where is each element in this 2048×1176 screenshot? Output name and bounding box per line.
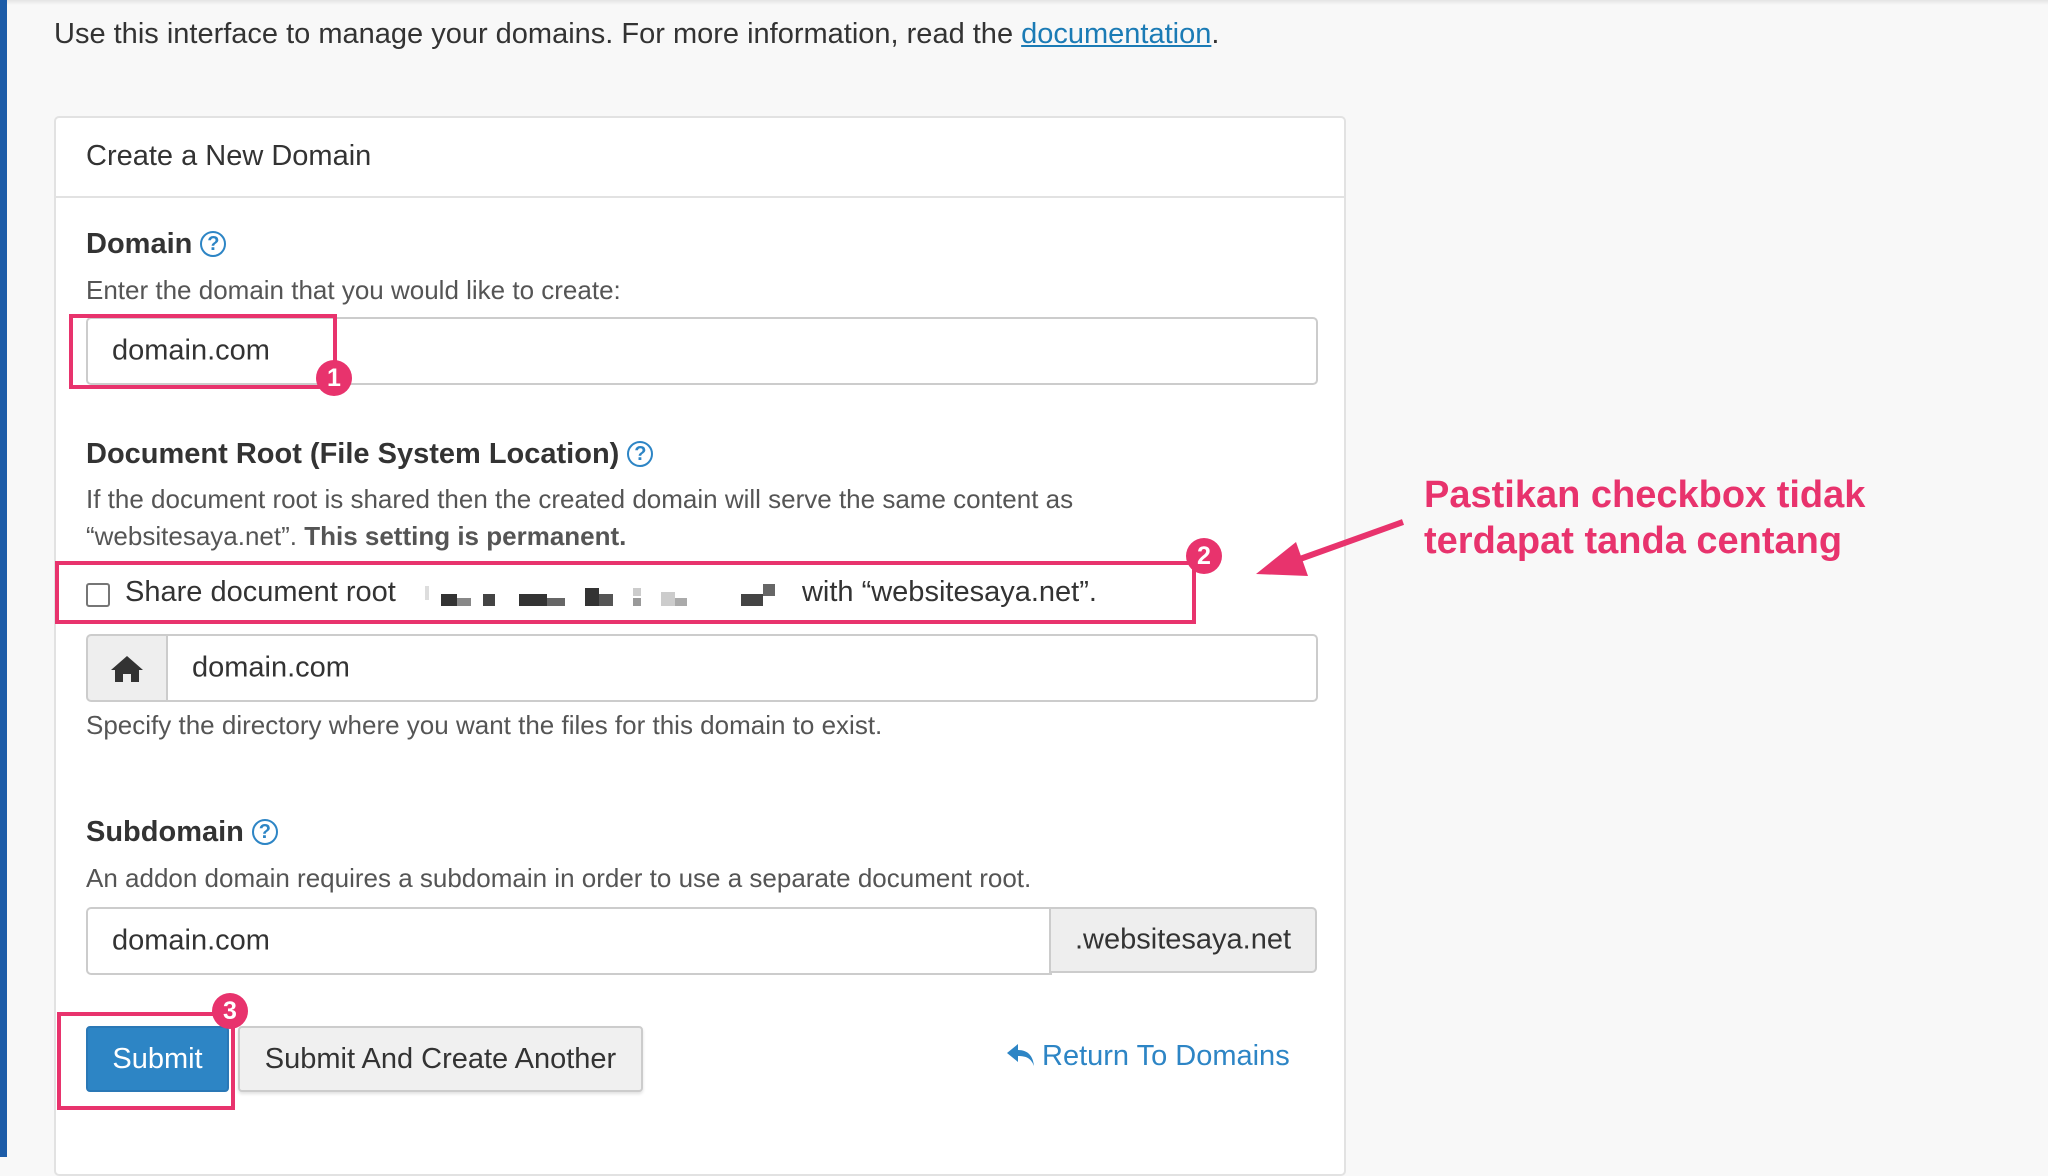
header-shadow <box>7 0 2048 5</box>
document-root-description-1: If the document root is shared then the … <box>86 484 1074 514</box>
sidebar-edge <box>0 0 7 1157</box>
domain-description: Enter the domain that you would like to … <box>86 275 621 305</box>
highlight-box-submit <box>57 1012 235 1110</box>
annotation-note-line-2: terdapat tanda centang <box>1424 520 1843 562</box>
intro-text: Use this interface to manage your domain… <box>54 18 1219 51</box>
step-badge-1: 1 <box>316 360 352 396</box>
reply-arrow-icon <box>1007 1044 1034 1066</box>
home-icon <box>111 656 143 682</box>
domain-label-text: Domain <box>86 228 193 260</box>
question-circle-icon[interactable]: ? <box>627 441 654 467</box>
document-root-label: Document Root (File System Location)? <box>86 438 654 471</box>
domain-label: Domain? <box>86 228 227 261</box>
document-root-description-2: “websitesaya.net”. This setting is perma… <box>86 521 626 552</box>
document-root-label-text: Document Root (File System Location) <box>86 438 620 470</box>
subdomain-input[interactable]: domain.com <box>86 907 1052 975</box>
document-root-input[interactable]: domain.com <box>166 634 1318 702</box>
document-root-hint: Specify the directory where you want the… <box>86 710 883 740</box>
return-to-domains-text: Return To Domains <box>1042 1040 1290 1072</box>
subdomain-description: An addon domain requires a subdomain in … <box>86 863 1032 893</box>
subdomain-input-value: domain.com <box>112 924 270 957</box>
return-to-domains-link[interactable]: Return To Domains <box>1006 1040 1290 1073</box>
panel-header: Create a New Domain <box>56 118 1344 198</box>
question-circle-icon[interactable]: ? <box>200 231 227 257</box>
document-root-input-value: domain.com <box>192 651 350 684</box>
subdomain-label-text: Subdomain <box>86 816 244 848</box>
permanent-setting-note: This setting is permanent. <box>304 521 627 551</box>
document-root-home-addon <box>86 634 168 702</box>
subdomain-suffix: .websitesaya.net <box>1049 907 1317 973</box>
annotation-note: Pastikan checkbox tidak terdapat tanda c… <box>1424 472 1865 564</box>
submit-and-create-another-button[interactable]: Submit And Create Another <box>238 1026 643 1092</box>
subdomain-label: Subdomain? <box>86 816 278 849</box>
pointer-arrow-icon <box>1256 519 1405 576</box>
document-root-description-domain: “websitesaya.net”. <box>86 521 297 551</box>
highlight-box-domain <box>69 314 337 389</box>
step-badge-3: 3 <box>212 993 248 1029</box>
create-domain-panel: Create a New Domain Domain? Enter the do… <box>54 116 1346 1176</box>
intro-period: . <box>1211 18 1220 50</box>
intro-sentence: Use this interface to manage your domain… <box>54 18 1022 50</box>
step-badge-2: 2 <box>1186 538 1222 574</box>
documentation-link[interactable]: documentation <box>1021 18 1211 50</box>
subdomain-suffix-text: .websitesaya.net <box>1075 923 1292 956</box>
question-circle-icon[interactable]: ? <box>251 819 278 845</box>
highlight-box-checkbox <box>55 561 1196 624</box>
annotation-note-line-1: Pastikan checkbox tidak <box>1424 474 1866 516</box>
panel-title: Create a New Domain <box>86 140 372 172</box>
